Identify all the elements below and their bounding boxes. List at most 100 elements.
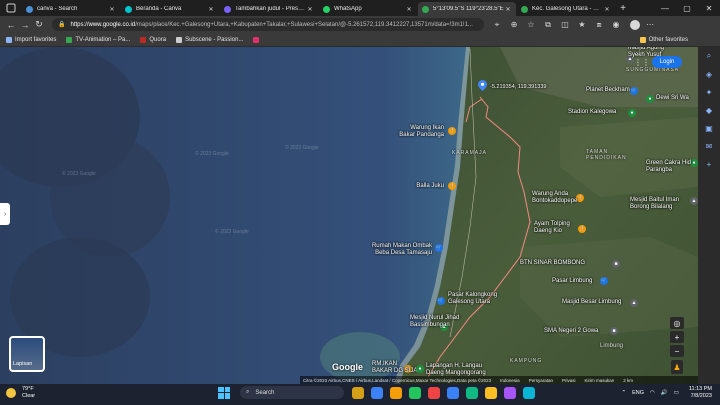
clock[interactable]: 11:13 PM 7/8/2023	[689, 386, 712, 400]
url-input[interactable]: 🔒 https://www.google.co.id/maps/place/Ke…	[52, 18, 484, 31]
battery-icon[interactable]: ▭	[674, 390, 679, 396]
search-icon[interactable]: ⌕	[698, 47, 720, 65]
tab-close-icon[interactable]: ✕	[306, 6, 314, 13]
window-controls: — ▢ ✕	[654, 0, 720, 16]
chevron-up-icon[interactable]: ⌃	[621, 390, 626, 396]
street-view-pegman-icon[interactable]: ♟	[671, 360, 683, 374]
maximize-icon[interactable]: ▢	[676, 0, 698, 16]
taskbar-app-icon[interactable]	[390, 386, 402, 399]
browser-menu-icon[interactable]	[0, 0, 22, 16]
place-label: RM.IKAN BAKAR DG SIJA	[372, 361, 418, 374]
outlook-icon[interactable]: ✉	[698, 137, 720, 155]
location-pin-icon[interactable]	[478, 80, 487, 91]
moon-icon	[6, 388, 16, 398]
attribution-item[interactable]: Kirim masukan	[584, 378, 614, 383]
map-canvas[interactable]: 🍴 Warung Ikan Bakar Pandanga 🍴 Balla Juku 🛒…	[0, 47, 698, 384]
shop-icon: 🛒	[437, 297, 445, 305]
tab-close-icon[interactable]: ✕	[108, 6, 116, 13]
place-label: Dewi Sri Wa	[656, 95, 689, 101]
browser-tab[interactable]: canva - Search ✕	[22, 2, 120, 16]
bookmark-icon	[6, 36, 12, 43]
bookmark-item[interactable]: Subscene - Passion...	[176, 36, 243, 43]
shopping-icon[interactable]: ◈	[698, 65, 720, 83]
back-icon[interactable]: ←	[4, 18, 18, 32]
weather-widget[interactable]: 79°F Clear	[6, 386, 35, 400]
shop-icon: 🛒	[600, 277, 608, 285]
browser-tab[interactable]: Kec. Galesong Utara - Goo... ✕	[517, 2, 615, 16]
place-label: Masjid Besar Limbung	[562, 299, 622, 305]
close-window-icon[interactable]: ✕	[698, 0, 720, 16]
bookmark-icon	[253, 36, 260, 43]
taskbar-app-icon[interactable]	[485, 386, 497, 399]
more-menu-icon[interactable]: ⋯	[643, 18, 657, 32]
profile-avatar[interactable]	[626, 18, 640, 32]
screen: canva - Search ✕ Beranda - Canva ✕ Tambahkan…	[0, 0, 720, 405]
browser-tab[interactable]: WhatsApp ✕	[319, 2, 417, 16]
collections-icon[interactable]: ⧈	[592, 18, 606, 32]
browser-tab[interactable]: Beranda - Canva ✕	[121, 2, 219, 16]
bookmark-item[interactable]: Quora	[140, 36, 166, 43]
layers-label: Lapisan	[13, 361, 33, 367]
tab-strip: canva - Search ✕ Beranda - Canva ✕ Tambahkan…	[0, 0, 720, 16]
taskbar-app-icon[interactable]	[352, 386, 364, 399]
lock-icon: 🔒	[58, 22, 66, 28]
apps-grid-icon[interactable]: ⋮⋮	[634, 58, 650, 67]
taskbar-app-icon[interactable]	[428, 386, 440, 399]
tools-icon[interactable]: ✦	[698, 83, 720, 101]
attribution-item[interactable]: Persyaratan	[529, 378, 553, 383]
attribution-item[interactable]: 2 km	[623, 378, 633, 383]
wifi-icon[interactable]: ◠	[650, 390, 655, 396]
taskbar-app-icon[interactable]	[409, 386, 421, 399]
star-icon[interactable]: ☆	[524, 18, 538, 32]
bookmark-item[interactable]: TV-Animation – Pa...	[66, 36, 130, 43]
tab-label: 5°13'09.5"S 119°23'28.5"E	[433, 6, 504, 12]
taskbar-app-icon[interactable]	[504, 386, 516, 399]
copilot-icon[interactable]: ◉	[609, 18, 623, 32]
new-tab-button[interactable]: +	[616, 2, 630, 16]
reload-icon[interactable]: ↻	[32, 18, 46, 32]
tab-close-icon[interactable]: ✕	[603, 6, 611, 13]
bookmark-item[interactable]	[253, 36, 262, 43]
area-label: KARAMAJA	[452, 150, 487, 156]
zoom-out-button[interactable]: −	[670, 345, 684, 357]
taskbar-app-icon[interactable]	[447, 386, 459, 399]
favorites-icon[interactable]: ★	[575, 18, 589, 32]
map-controls: ◎ + −	[670, 317, 684, 359]
place-label: BTN SINAR BOMBONG	[520, 260, 586, 266]
forward-icon[interactable]: →	[18, 18, 32, 32]
browser-tab[interactable]: 5°13'09.5"S 119°23'28.5"E ✕	[418, 2, 516, 16]
browser-tab[interactable]: Tambahkan judul - Presentasi✕	[220, 2, 318, 16]
extensions-icon[interactable]: ⧉	[541, 18, 555, 32]
games-icon[interactable]: ◆	[698, 101, 720, 119]
place-label: Stadion Kalegowa	[568, 109, 617, 115]
watermark: © 2023 Google	[285, 145, 319, 151]
start-button[interactable]	[218, 386, 230, 399]
area-label: KAMPUNG	[510, 358, 543, 364]
tab-close-icon[interactable]: ✕	[405, 6, 413, 13]
taskbar-app-icon[interactable]	[466, 386, 478, 399]
url-host: https://www.google.co.id	[70, 21, 136, 28]
windows-taskbar: 79°F Clear ⌕ Search ⌃ ENG ◠ 🔊 ▭ 11:13 PM…	[0, 384, 720, 405]
login-button[interactable]: Login	[652, 56, 682, 68]
tab-close-icon[interactable]: ✕	[207, 6, 215, 13]
bookmark-label: Import favorites	[15, 36, 57, 43]
bookmark-item[interactable]: Import favorites	[6, 36, 57, 43]
attribution-item[interactable]: Privasi	[562, 378, 576, 383]
my-location-icon[interactable]: ◎	[670, 317, 684, 329]
language-indicator[interactable]: ENG	[632, 390, 644, 396]
location-icon[interactable]: ⌖	[490, 18, 504, 32]
office-icon[interactable]: ▣	[698, 119, 720, 137]
taskbar-app-icon[interactable]	[371, 386, 383, 399]
zoom-in-button[interactable]: +	[670, 331, 684, 343]
taskbar-app-icon[interactable]	[523, 386, 535, 399]
add-sidebar-icon[interactable]: +	[698, 155, 720, 173]
attribution-item[interactable]: Indonesia	[500, 378, 520, 383]
volume-icon[interactable]: 🔊	[661, 390, 668, 396]
tab-close-icon[interactable]: ✕	[504, 6, 512, 13]
expand-panel-handle[interactable]: ›	[0, 203, 10, 225]
minimize-icon[interactable]: —	[654, 0, 676, 16]
split-screen-icon[interactable]: ◫	[558, 18, 572, 32]
zoom-icon[interactable]: ⊕	[507, 18, 521, 32]
taskbar-search[interactable]: ⌕ Search	[240, 386, 344, 399]
other-favorites[interactable]: Other favorites	[639, 36, 688, 43]
